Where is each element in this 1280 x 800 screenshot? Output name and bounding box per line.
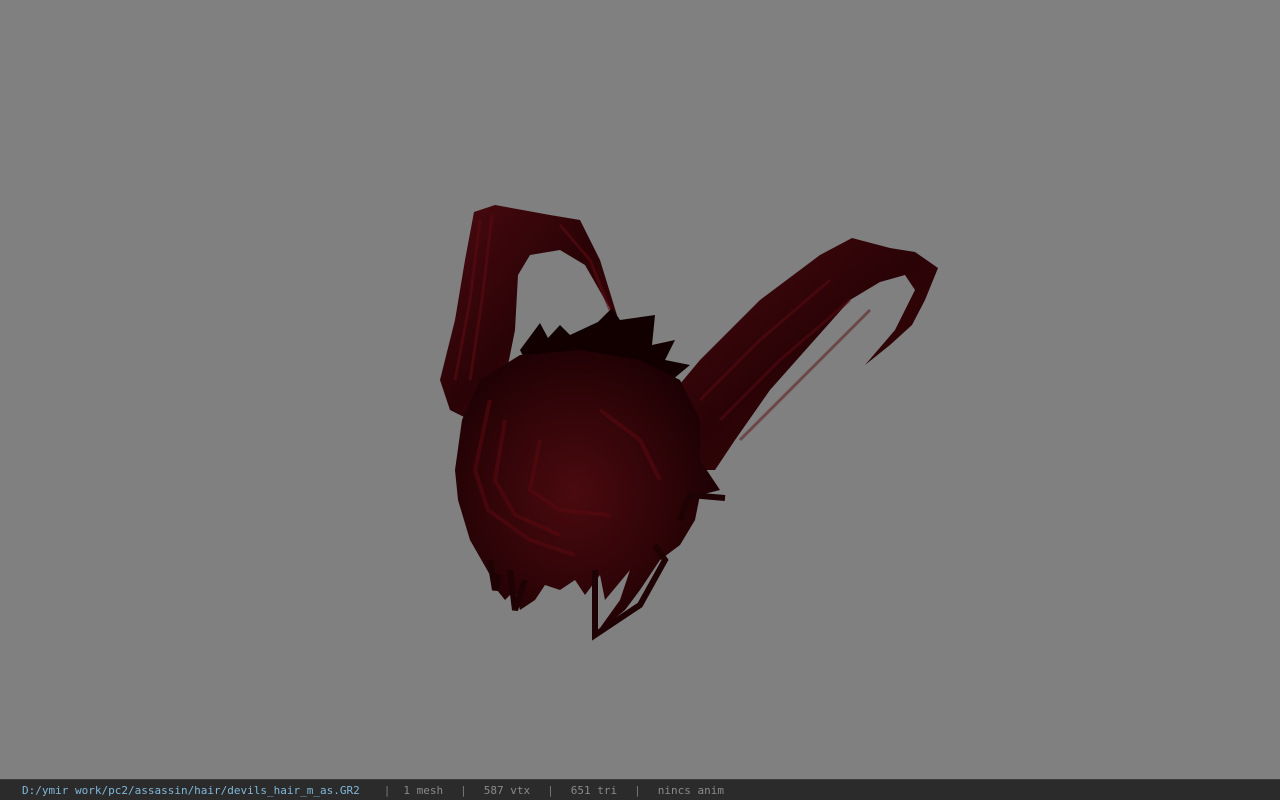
mesh-count: 1 mesh bbox=[403, 783, 444, 797]
file-path: D:/ymir work/pc2/assassin/hair/devils_ha… bbox=[22, 783, 360, 797]
separator: | bbox=[634, 783, 641, 797]
head-mass bbox=[455, 350, 720, 635]
3d-viewport[interactable] bbox=[0, 0, 1280, 779]
vertex-count: 587 vtx bbox=[483, 783, 531, 797]
status-bar: D:/ymir work/pc2/assassin/hair/devils_ha… bbox=[0, 779, 1280, 800]
separator: | bbox=[547, 783, 554, 797]
devils-hair-model[interactable] bbox=[0, 0, 1280, 779]
separator: | bbox=[383, 783, 391, 797]
separator: | bbox=[460, 783, 467, 797]
animation-status: nincs anim bbox=[657, 783, 724, 797]
triangle-count: 651 tri bbox=[570, 783, 618, 797]
